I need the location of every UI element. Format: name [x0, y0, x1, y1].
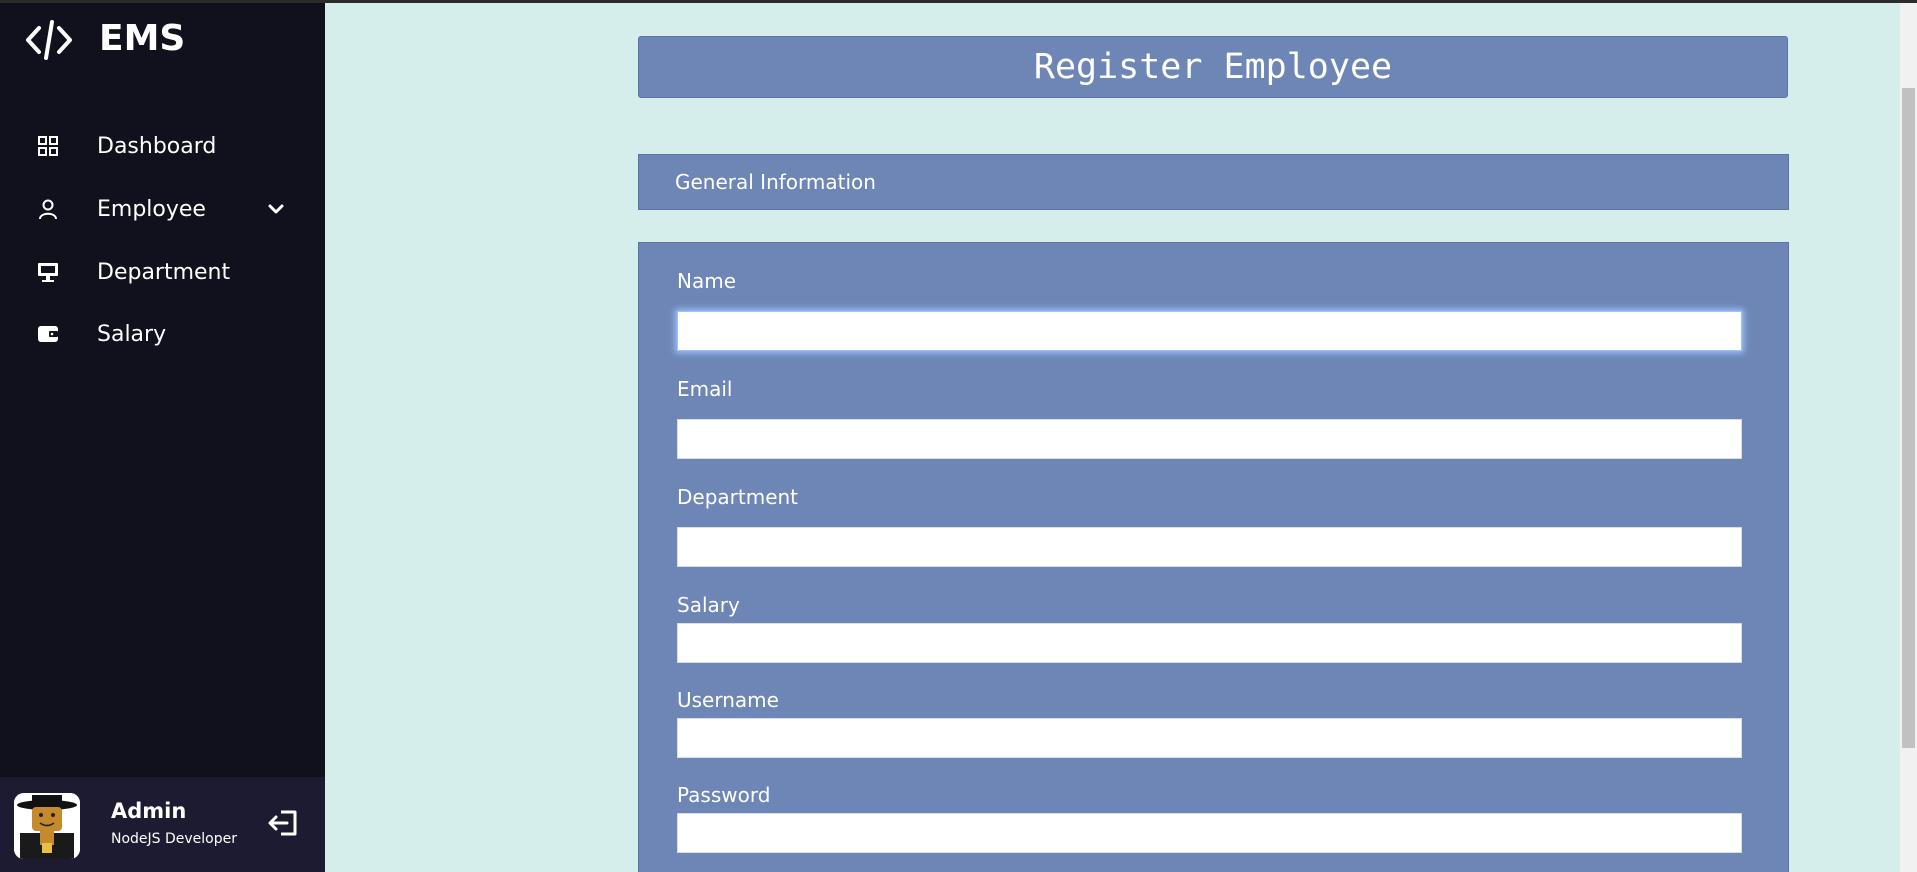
department-field[interactable] — [677, 527, 1742, 567]
name-field[interactable] — [677, 311, 1742, 351]
salary-label: Salary — [677, 593, 740, 617]
profile-panel: Admin NodeJS Developer — [0, 777, 325, 872]
profile-job: NodeJS Developer — [111, 831, 238, 847]
sidebar-item-salary[interactable]: Salary — [0, 309, 325, 359]
sidebar-item-label: Dashboard — [97, 133, 217, 159]
sidebar-item-dashboard[interactable]: Dashboard — [0, 121, 325, 171]
code-icon — [24, 15, 74, 65]
avatar — [14, 793, 80, 859]
window-top-border — [0, 0, 1917, 3]
username-field[interactable] — [677, 718, 1742, 758]
user-icon — [36, 197, 60, 221]
brand-name: EMS — [99, 18, 186, 59]
grid-icon — [36, 134, 60, 158]
sidebar-item-label: Department — [97, 259, 231, 285]
logout-icon[interactable] — [264, 803, 304, 843]
name-label: Name — [677, 269, 737, 293]
sidebar-item-employee[interactable]: Employee — [0, 184, 325, 234]
monitor-icon — [36, 260, 60, 284]
page-title: Register Employee — [1033, 47, 1393, 87]
profile-name: Admin — [111, 799, 187, 823]
username-label: Username — [677, 688, 779, 712]
department-label: Department — [677, 485, 799, 509]
register-employee-form: Name Email Department Salary Username Pa… — [638, 242, 1789, 872]
email-field[interactable] — [677, 419, 1742, 459]
chevron-down-icon[interactable] — [266, 199, 286, 219]
sidebar: EMS Dashboard Employee Department Salary… — [0, 0, 325, 872]
password-field[interactable] — [677, 813, 1742, 853]
scrollbar-thumb[interactable] — [1902, 88, 1915, 748]
page-title-bar: Register Employee — [638, 36, 1788, 98]
sidebar-item-department[interactable]: Department — [0, 247, 325, 297]
password-label: Password — [677, 783, 771, 807]
email-label: Email — [677, 377, 733, 401]
brand-logo[interactable] — [24, 14, 74, 66]
vertical-scrollbar[interactable] — [1900, 3, 1917, 872]
wallet-icon — [36, 322, 60, 346]
section-title: General Information — [675, 170, 876, 194]
sidebar-item-label: Employee — [97, 196, 206, 222]
sidebar-item-label: Salary — [97, 321, 167, 347]
section-header: General Information — [638, 154, 1789, 210]
salary-field[interactable] — [677, 623, 1742, 663]
